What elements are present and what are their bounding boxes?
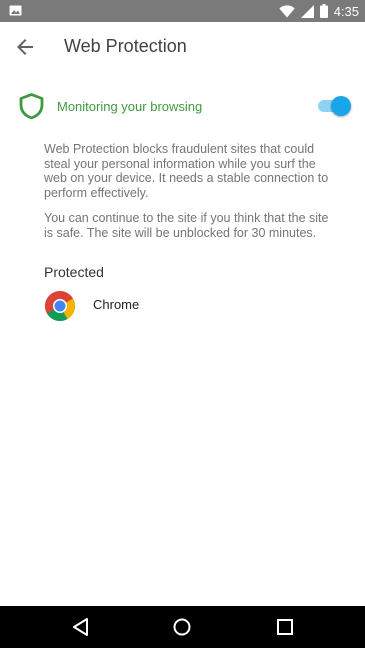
toggle-thumb: [331, 96, 351, 116]
navigation-bar: [0, 606, 365, 648]
nav-recents-icon[interactable]: [273, 615, 297, 639]
shield-icon: [19, 93, 44, 119]
description-paragraph-1: Web Protection blocks fraudulent sites t…: [44, 142, 329, 200]
app-name-chrome: Chrome: [93, 297, 140, 312]
monitoring-label: Monitoring your browsing: [57, 99, 203, 114]
chrome-icon: [45, 291, 75, 321]
signal-icon: [300, 4, 314, 18]
description-paragraph-2: You can continue to the site if you thin…: [44, 211, 329, 240]
wifi-icon: [278, 4, 295, 18]
status-icons: 4:35: [278, 0, 359, 22]
app-bar: Web Protection: [0, 22, 365, 72]
battery-icon: [319, 4, 328, 18]
page-title: Web Protection: [64, 36, 187, 56]
status-time: 4:35: [333, 3, 359, 19]
nav-back-icon[interactable]: [69, 615, 93, 639]
status-bar: 4:35: [0, 0, 365, 22]
protected-section-title: Protected: [44, 264, 104, 280]
protected-app-chrome[interactable]: Chrome: [0, 288, 365, 324]
arrow-back-icon[interactable]: [13, 35, 37, 59]
monitoring-row: Monitoring your browsing: [0, 92, 365, 120]
nav-home-icon[interactable]: [170, 615, 194, 639]
gallery-icon: [9, 5, 22, 16]
monitoring-toggle[interactable]: [316, 96, 351, 116]
